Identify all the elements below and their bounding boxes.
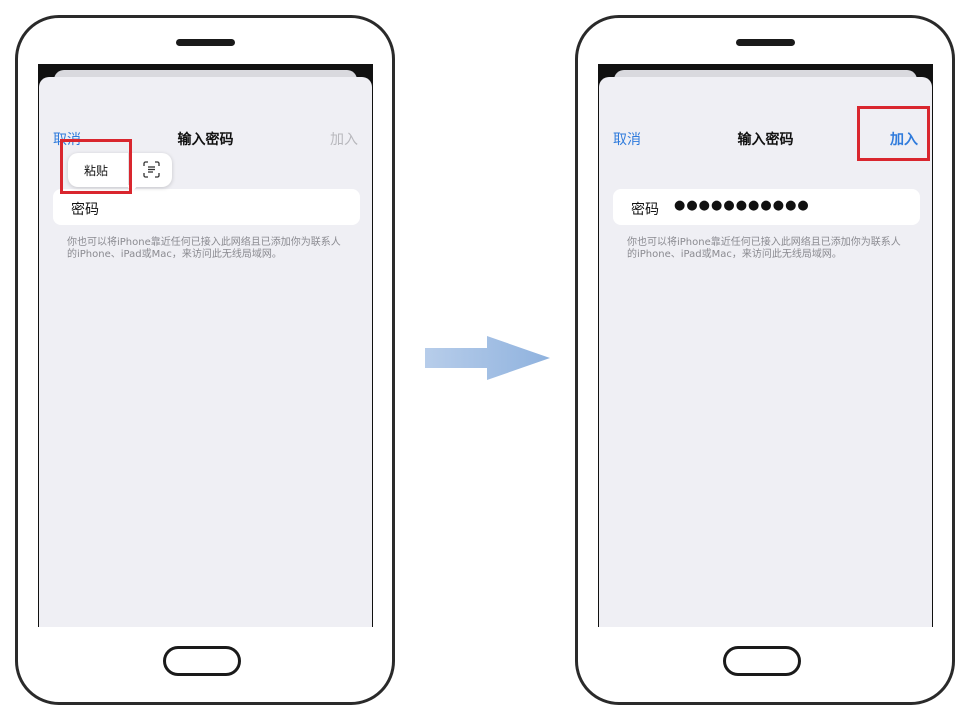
info-note: 你也可以将iPhone靠近任何已接入此网络且已添加你为联系人的iPhone、iP… [627,237,901,260]
text-scan-icon[interactable] [143,161,160,178]
speaker-grille [176,39,235,46]
phone-frame-left: 取消 输入密码 加入 密码 你也可以将iPhone靠近任何已接入此网络且已添加你… [15,15,395,705]
info-note: 你也可以将iPhone靠近任何已接入此网络且已添加你为联系人的iPhone、iP… [67,237,341,260]
join-highlight-box [857,106,930,161]
speaker-grille [736,39,795,46]
password-field[interactable]: 密码 [53,189,360,225]
paste-highlight-box [60,139,132,194]
password-label: 密码 [71,202,99,218]
password-field[interactable]: 密码 ●●●●●●●●●●● [613,189,920,225]
right-arrow-icon [425,336,550,380]
password-label: 密码 [631,202,659,218]
home-button[interactable] [723,646,801,676]
password-input[interactable]: ●●●●●●●●●●● [674,198,810,213]
home-button[interactable] [163,646,241,676]
join-button[interactable]: 加入 [330,129,358,149]
